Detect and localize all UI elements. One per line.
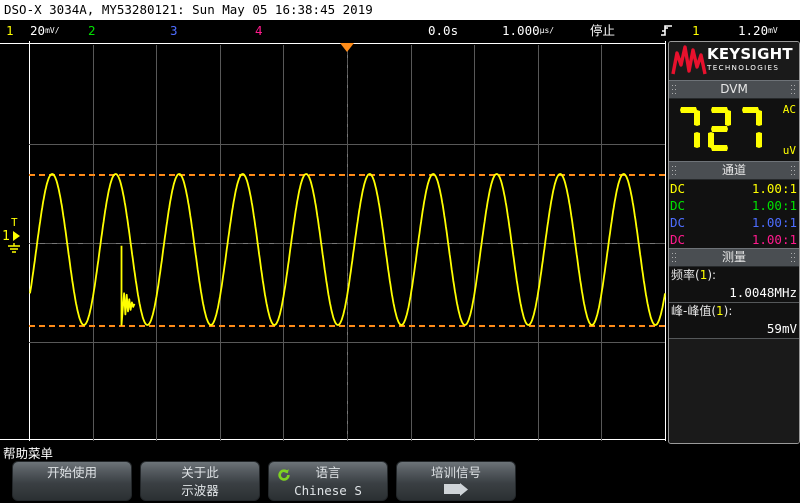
status-ch4-number[interactable]: 4	[255, 20, 263, 41]
status-timebase-unit: µs/	[539, 26, 555, 35]
status-ch1-scale-value: 20	[30, 23, 46, 38]
side-panel: KEYSIGHT TECHNOLOGIES DVM AC uV 通道 DC 1.0…	[668, 41, 800, 444]
oscilloscope-screen: DSO-X 3034A, MY53280121: Sun May 05 16:3…	[0, 0, 800, 503]
status-bar: 1 20mV/ 2 3 4 0.0s 1.000µs/ 停止 1 1.20mV	[0, 20, 800, 41]
dvm-mode-label: AC	[782, 103, 796, 116]
trigger-level-unit: mV	[768, 26, 778, 35]
channels-grip-right	[791, 166, 796, 175]
channel-probe-ratio: 1.00:1	[751, 198, 797, 213]
status-ch1-number[interactable]: 1	[6, 20, 14, 41]
measurement-row-2[interactable]: 峰-峰值(1): 59mV	[669, 303, 799, 339]
measurements-header-label: 测量	[721, 250, 746, 264]
seven-segment-bar	[694, 110, 700, 126]
channel-coupling: DC	[670, 198, 686, 213]
waveform-display[interactable]: T 1	[0, 41, 666, 441]
channel-row-1[interactable]: DC 1.00:1	[669, 180, 799, 197]
trigger-level[interactable]: 1.20mV	[738, 20, 778, 41]
status-timebase-value: 1.000	[502, 23, 540, 38]
dvm-digit	[706, 105, 733, 153]
seven-segment-bar	[711, 145, 728, 151]
brand-tagline: TECHNOLOGIES	[707, 63, 780, 72]
softkey-label-primary: 关于此	[181, 465, 219, 480]
channel-coupling: DC	[670, 181, 686, 196]
measurement-label: 峰-峰值(1):	[671, 304, 733, 318]
measurement-source-channel: 1	[716, 304, 724, 318]
softkey-3[interactable]: 语言 Chinese S	[268, 461, 388, 501]
keysight-logo: KEYSIGHT TECHNOLOGIES	[669, 42, 799, 80]
seven-segment-bar	[756, 132, 762, 148]
keysight-wave-logo-icon	[671, 45, 707, 75]
dvm-digit	[675, 105, 702, 153]
channel-coupling: DC	[670, 215, 686, 230]
channel-row-4[interactable]: DC 1.00:1	[669, 231, 799, 248]
measurement-source-channel: 1	[699, 268, 708, 282]
status-timebase[interactable]: 1.000µs/	[502, 20, 554, 41]
brand-name: KEYSIGHT	[707, 45, 793, 63]
measurement-list: 频率(1): 1.0048MHz 峰-峰值(1): 59mV	[669, 267, 799, 339]
measurement-value: 59mV	[766, 321, 797, 336]
measurements-grip-right	[791, 253, 796, 262]
dvm-seven-segment-digits	[675, 105, 768, 153]
trigger-source[interactable]: 1	[692, 20, 700, 41]
seven-segment-bar	[725, 110, 731, 126]
status-ch2-number[interactable]: 2	[88, 20, 96, 41]
measurements-section-header[interactable]: 测量	[669, 248, 799, 267]
softkey-1[interactable]: 开始使用	[12, 461, 132, 501]
rotate-icon	[278, 469, 290, 481]
trigger-level-value: 1.20	[738, 23, 769, 38]
channel-probe-ratio: 1.00:1	[751, 181, 797, 196]
status-ch3-number[interactable]: 3	[170, 20, 178, 41]
softkey-2[interactable]: 关于此 示波器	[140, 461, 260, 501]
down-arrow-icon	[444, 483, 468, 496]
softkey-label-primary: 开始使用	[46, 465, 97, 480]
softkey-4[interactable]: 培训信号	[396, 461, 516, 501]
measurement-label: 频率(1):	[671, 268, 717, 282]
title-bar: DSO-X 3034A, MY53280121: Sun May 05 16:3…	[0, 0, 800, 20]
seven-segment-bar	[756, 110, 762, 126]
dvm-readout[interactable]: AC uV	[669, 99, 799, 161]
status-delay[interactable]: 0.0s	[428, 20, 458, 41]
ch1-waveform-trace	[29, 173, 666, 326]
dvm-unit-label: uV	[782, 144, 796, 157]
status-ch1-scale-unit: mV/	[45, 26, 60, 35]
channel-probe-ratio: 1.00:1	[751, 215, 797, 230]
measurement-row-1[interactable]: 频率(1): 1.0048MHz	[669, 267, 799, 303]
channels-section-header[interactable]: 通道	[669, 161, 799, 180]
dvm-digit	[737, 105, 764, 153]
softkey-row: 开始使用 关于此 示波器 语言 Chinese S 培训信号	[0, 461, 800, 503]
measurement-empty-area	[669, 339, 799, 443]
channel-row-2[interactable]: DC 1.00:1	[669, 197, 799, 214]
softkey-label-secondary: 示波器	[181, 483, 219, 498]
dvm-section-header[interactable]: DVM	[669, 80, 799, 99]
channel-coupling: DC	[670, 232, 686, 247]
softkey-label-secondary: Chinese S	[294, 483, 362, 498]
channel-row-3[interactable]: DC 1.00:1	[669, 214, 799, 231]
dvm-header-label: DVM	[720, 82, 748, 96]
softkey-label-primary: 培训信号	[430, 465, 481, 480]
measurement-value: 1.0048MHz	[729, 285, 797, 300]
channels-header-label: 通道	[721, 163, 746, 177]
seven-segment-bar	[711, 126, 728, 132]
dvm-grip-right	[791, 85, 796, 94]
softkey-menu-title: 帮助菜单	[3, 446, 54, 461]
status-run-state[interactable]: 停止	[590, 20, 615, 41]
seven-segment-bar	[694, 132, 700, 148]
channel-list: DC 1.00:1 DC 1.00:1 DC 1.00:1 DC 1.00:1	[669, 180, 799, 248]
status-ch1-scale[interactable]: 20mV/	[30, 20, 60, 41]
channel-probe-ratio: 1.00:1	[751, 232, 797, 247]
